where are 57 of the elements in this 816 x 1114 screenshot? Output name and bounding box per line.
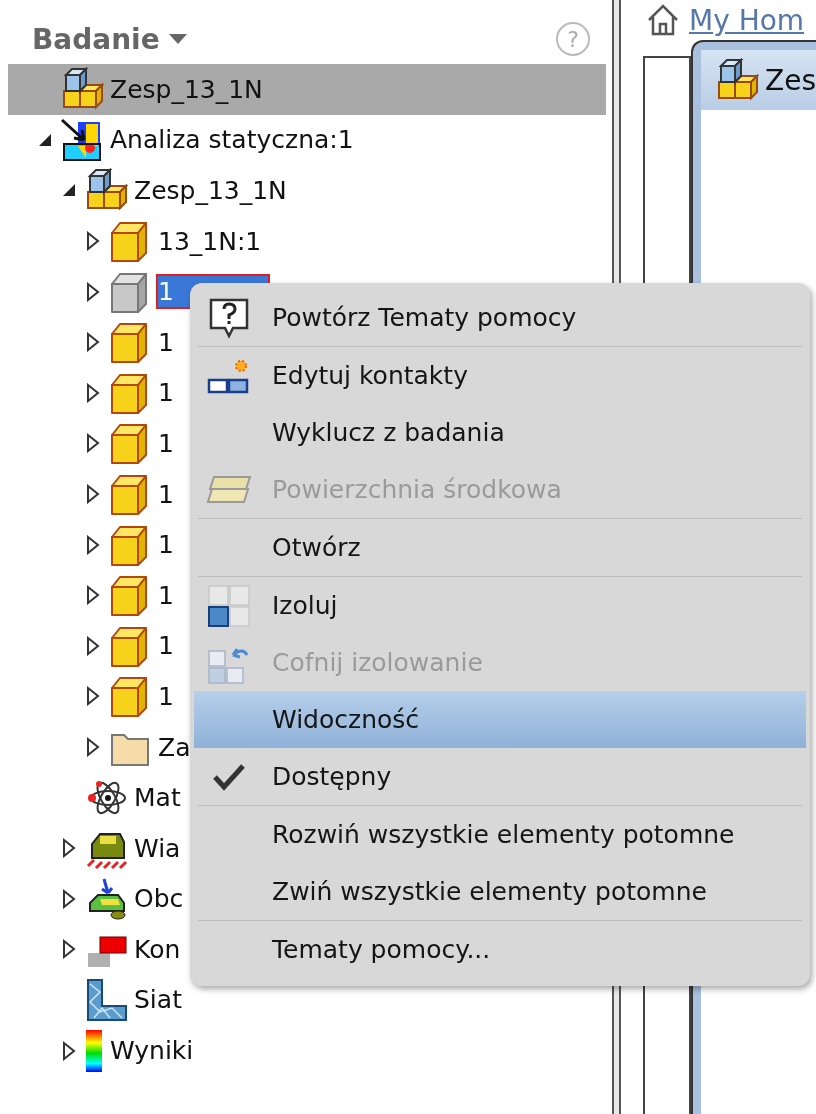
tree-item-label[interactable]: Siat (132, 982, 184, 1018)
assembly-cubes-icon (60, 67, 104, 112)
menu-item[interactable]: Wyklucz z badania (194, 404, 806, 461)
collapsed-triangle-icon[interactable] (62, 939, 76, 960)
stress-analysis-icon (60, 117, 104, 162)
collapsed-triangle-icon[interactable] (62, 888, 76, 909)
tree-item-label[interactable]: 1 (156, 577, 176, 613)
tree-item-label[interactable]: 1 (156, 425, 176, 461)
expanded-triangle-icon[interactable] (61, 182, 77, 199)
tree-item-label[interactable]: 1 (156, 375, 176, 411)
collapsed-triangle-icon[interactable] (86, 281, 100, 302)
window-title: Zes (765, 63, 816, 97)
mesh-icon (84, 978, 128, 1022)
tree-item-label[interactable]: Mat (132, 780, 183, 816)
menu-item[interactable]: Dostępny (194, 748, 806, 805)
collapsed-triangle-icon[interactable] (86, 484, 100, 505)
panel-title[interactable]: Badanie (32, 22, 160, 56)
collapsed-triangle-icon[interactable] (86, 737, 100, 757)
tree-item-label[interactable]: Za (156, 729, 193, 765)
tree-item-label[interactable]: Kon (132, 931, 183, 967)
layered-plates-icon (206, 474, 252, 505)
tree-item-label[interactable]: Obc (132, 881, 186, 917)
collapsed-triangle-icon[interactable] (62, 838, 76, 859)
collapsed-triangle-icon[interactable] (86, 585, 100, 606)
tree-item-label[interactable]: Wia (132, 830, 183, 866)
tree-item-label[interactable]: 1 (156, 678, 176, 714)
collapsed-triangle-icon[interactable] (86, 382, 100, 403)
tree-item-label[interactable]: 13_1N:1 (156, 223, 264, 259)
menu-item[interactable]: Izoluj (194, 577, 806, 634)
tree-item-label[interactable]: 1 (156, 324, 176, 360)
color-scale-icon (84, 1027, 104, 1074)
collapsed-triangle-icon[interactable] (86, 231, 100, 252)
menu-item[interactable]: Rozwiń wszystkie elementy potomne (194, 806, 806, 863)
tree-item-label[interactable]: Zesp_13_1N (108, 71, 265, 107)
menu-item[interactable]: Powtórz Tematy pomocy (194, 289, 806, 346)
tree-item-label[interactable]: Wyniki (108, 1033, 196, 1069)
tree-item-label[interactable]: 1 (156, 628, 176, 664)
tree-item-label[interactable]: Analiza statyczna:1 (108, 122, 356, 158)
collapsed-triangle-icon[interactable] (86, 332, 100, 353)
collapsed-triangle-icon[interactable] (86, 686, 100, 707)
assembly-cubes-icon (84, 168, 128, 213)
isolate-grid-icon (207, 583, 251, 628)
assembly-cubes-icon (715, 58, 759, 102)
collapsed-triangle-icon[interactable] (62, 1040, 76, 1061)
menu-item[interactable]: Edytuj kontakty (194, 347, 806, 404)
menu-item[interactable]: Tematy pomocy... (194, 921, 806, 978)
tree-item-label[interactable]: Zesp_13_1N (132, 173, 289, 208)
collapsed-triangle-icon[interactable] (86, 635, 100, 656)
tree-item-label[interactable]: 1 (156, 476, 176, 512)
menu-item[interactable]: Widoczność (194, 691, 806, 748)
menu-item[interactable]: Otwórz (194, 519, 806, 576)
dropdown-caret-icon[interactable] (167, 33, 188, 45)
collapsed-triangle-icon[interactable] (86, 534, 100, 555)
selected-tree-row[interactable]: Zesp_13_1N (8, 64, 606, 115)
menu-item[interactable]: Zwiń wszystkie elementy potomne (194, 863, 806, 920)
tree-item-label[interactable]: 1 (156, 527, 176, 563)
collapsed-triangle-icon[interactable] (86, 433, 100, 454)
